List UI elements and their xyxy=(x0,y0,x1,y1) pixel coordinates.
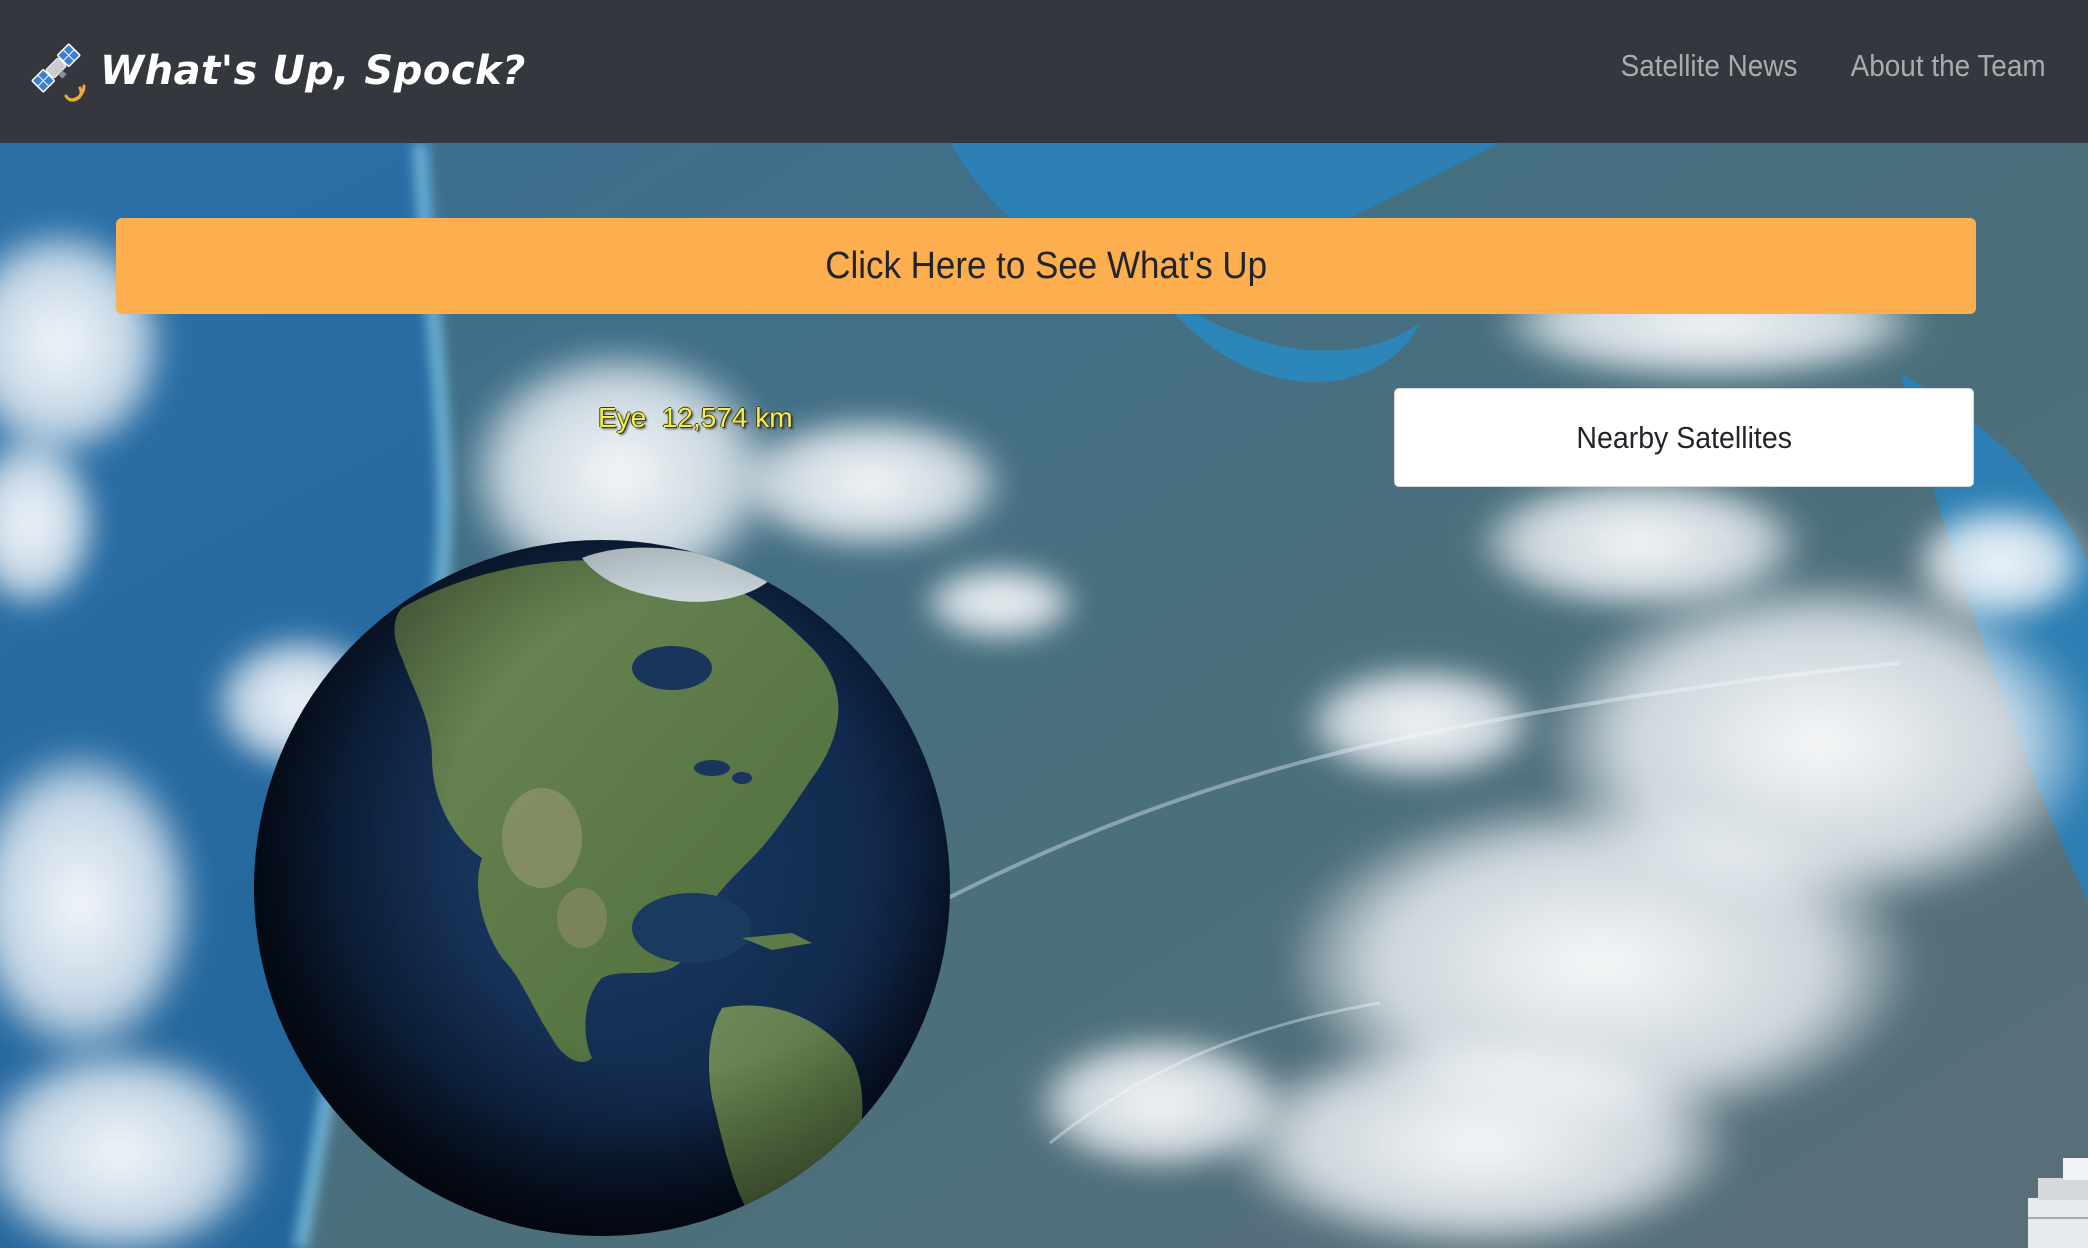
eye-altitude-readout: Eye 12,574 km xyxy=(598,402,793,433)
nav-links: Satellite News About the Team xyxy=(1601,48,2046,84)
nearby-satellites-button[interactable]: Nearby Satellites xyxy=(1394,388,1974,487)
page: What's Up, Spock? Satellite News About t… xyxy=(0,0,2088,1248)
navbar: What's Up, Spock? Satellite News About t… xyxy=(0,0,2088,143)
brand-title: What's Up, Spock? xyxy=(100,48,526,94)
brand-link[interactable]: What's Up, Spock? xyxy=(26,38,526,104)
nav-link-about-team[interactable]: About the Team xyxy=(1851,48,2046,84)
see-whats-up-button[interactable]: Click Here to See What's Up xyxy=(116,218,1976,314)
globe-viewer[interactable] xyxy=(252,538,952,1238)
see-whats-up-label: Click Here to See What's Up xyxy=(825,244,1267,287)
satellite-icon xyxy=(31,43,86,102)
nav-link-satellite-news[interactable]: Satellite News xyxy=(1621,48,1798,84)
space-station-fragment xyxy=(2028,1158,2088,1248)
nearby-satellites-label: Nearby Satellites xyxy=(1576,419,1792,455)
